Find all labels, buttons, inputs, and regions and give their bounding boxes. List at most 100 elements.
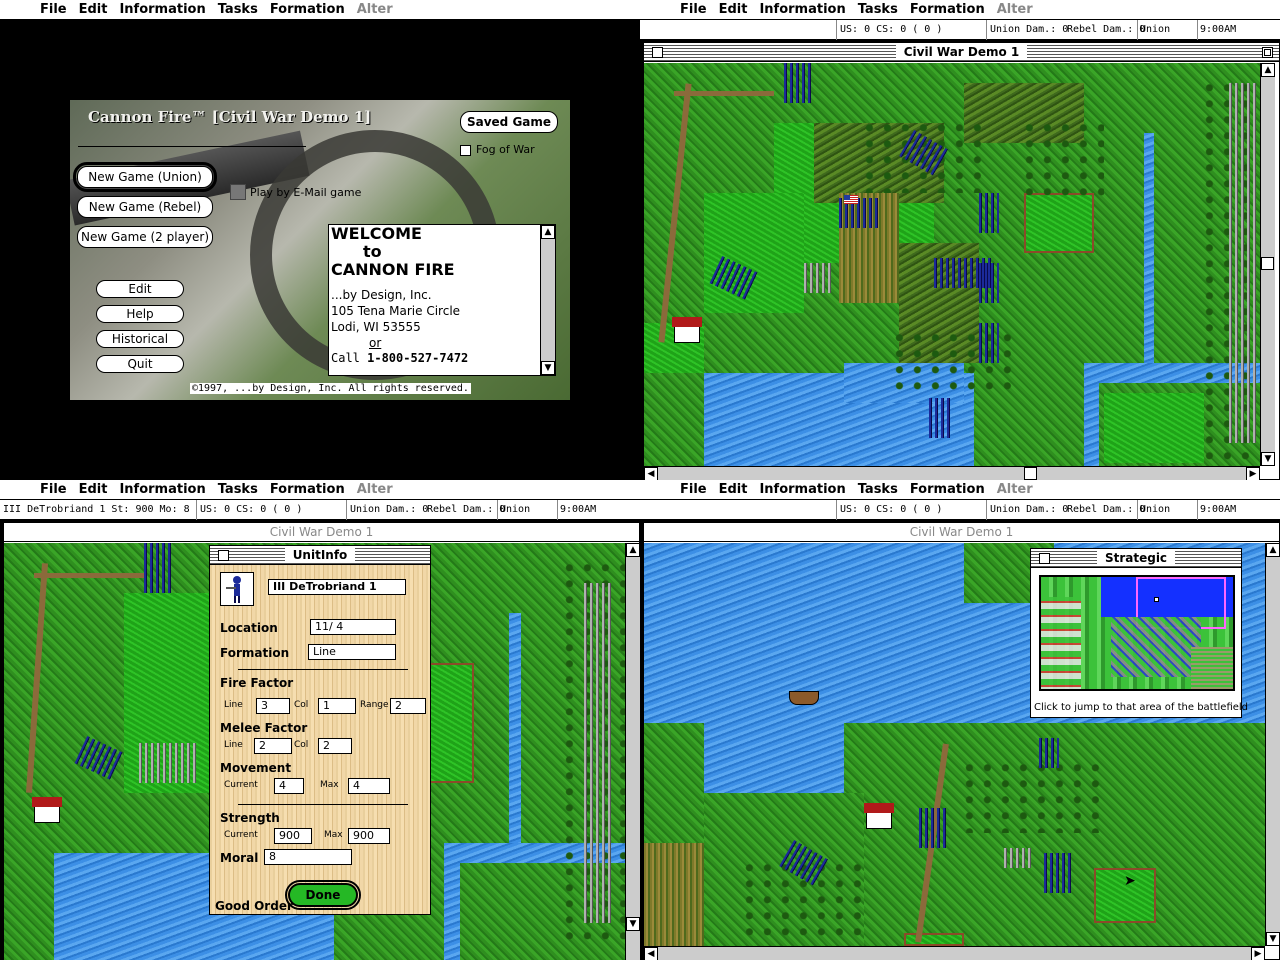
moral-field[interactable]: 8 [264, 849, 352, 865]
scroll-up-arrow-icon[interactable]: ▲ [1261, 63, 1275, 77]
phone-number: 1-800-527-7472 [367, 351, 469, 365]
menu-file[interactable]: File [680, 482, 719, 497]
menu-information[interactable]: Information [759, 2, 857, 17]
scroll-right-arrow-icon[interactable]: ▶ [1246, 467, 1260, 480]
menu-information[interactable]: Information [119, 2, 217, 17]
map-window-titlebar[interactable]: Civil War Demo 1 [4, 523, 639, 542]
fire-line-field[interactable]: 3 [256, 698, 290, 714]
strategic-minimap[interactable] [1039, 575, 1235, 691]
melee-col-field[interactable]: 2 [318, 738, 352, 754]
welcome-textbox[interactable]: WELCOME to CANNON FIRE ...by Design, Inc… [328, 224, 556, 376]
close-box-icon[interactable] [218, 550, 229, 561]
fire-range-field[interactable]: 2 [390, 698, 426, 714]
menu-tasks[interactable]: Tasks [218, 482, 270, 497]
scroll-right-arrow-icon[interactable]: ▶ [1251, 947, 1265, 960]
menu-alter: Alter [996, 2, 1033, 17]
zoom-box-icon[interactable] [1262, 47, 1273, 58]
unitinfo-window: UnitInfo III DeTrobriand 1 Location 11/ … [209, 545, 431, 915]
score-readout: US: 0 CS: 0 ( 0 ) [840, 24, 943, 35]
menu-tasks[interactable]: Tasks [218, 2, 270, 17]
menu-edit[interactable]: Edit [79, 482, 120, 497]
welcome-game-name: CANNON FIRE [331, 260, 455, 279]
scroll-thumb[interactable] [1261, 257, 1274, 270]
strategic-quadrant: File Edit Information Tasks Formation Al… [640, 480, 1280, 960]
formation-field[interactable]: Line [308, 644, 396, 660]
menu-file[interactable]: File [680, 2, 719, 17]
fire-factor-label: Fire Factor [220, 676, 294, 690]
strength-current-field[interactable]: 900 [274, 828, 312, 844]
menu-bar: File Edit Information Tasks Formation Al… [640, 0, 1280, 20]
scroll-down-arrow-icon[interactable]: ▼ [541, 361, 555, 375]
strategic-titlebar[interactable]: Strategic [1031, 549, 1241, 568]
fire-col-field[interactable]: 1 [318, 698, 356, 714]
done-button[interactable]: Done [285, 880, 361, 910]
strength-max-field[interactable]: 900 [348, 828, 390, 844]
strength-label: Strength [220, 811, 280, 825]
scroll-thumb[interactable] [1024, 467, 1037, 480]
menu-formation[interactable]: Formation [270, 2, 357, 17]
menu-formation[interactable]: Formation [270, 482, 357, 497]
map-horizontal-scrollbar[interactable]: ◀ ▶ [644, 946, 1265, 960]
map-window-titlebar[interactable]: Civil War Demo 1 [644, 523, 1279, 542]
map-vertical-scrollbar[interactable]: ▲ ▼ [1265, 543, 1280, 946]
email-game-checkbox[interactable] [230, 184, 246, 200]
map-vertical-scrollbar[interactable]: ▲ ▼ [1260, 63, 1275, 466]
unitinfo-titlebar[interactable]: UnitInfo [210, 546, 430, 565]
move-current-label: Current [224, 780, 258, 790]
game-clock: 9:00AM [1200, 504, 1237, 515]
map-vertical-scrollbar[interactable]: ▲ ▼ [625, 543, 640, 960]
location-field[interactable]: 11/ 4 [310, 619, 396, 635]
menu-tasks[interactable]: Tasks [858, 482, 910, 497]
menu-edit[interactable]: Edit [79, 2, 120, 17]
menu-file[interactable]: File [40, 2, 79, 17]
scroll-up-arrow-icon[interactable]: ▲ [1266, 543, 1280, 557]
melee-line-field[interactable]: 2 [254, 738, 292, 754]
scroll-left-arrow-icon[interactable]: ◀ [644, 467, 658, 480]
move-max-field[interactable]: 4 [348, 778, 390, 794]
menu-edit[interactable]: Edit [719, 2, 760, 17]
menu-file[interactable]: File [40, 482, 79, 497]
window-title: Civil War Demo 1 [901, 525, 1022, 539]
menu-formation[interactable]: Formation [910, 2, 997, 17]
map-horizontal-scrollbar[interactable]: ◀ ▶ [644, 466, 1260, 480]
new-game-2-player-button[interactable]: New Game (2 player) [77, 226, 213, 248]
new-game-rebel-button[interactable]: New Game (Rebel) [77, 196, 213, 218]
quit-button[interactable]: Quit [96, 355, 184, 373]
boat-icon [789, 691, 819, 705]
scroll-down-arrow-icon[interactable]: ▼ [626, 917, 640, 931]
move-current-field[interactable]: 4 [274, 778, 304, 794]
menu-bar: File Edit Information Tasks Formation Al… [0, 0, 640, 20]
menu-tasks[interactable]: Tasks [858, 2, 910, 17]
menu-alter: Alter [356, 2, 393, 17]
close-box-icon[interactable] [652, 47, 663, 58]
menu-information[interactable]: Information [759, 482, 857, 497]
melee-factor-label: Melee Factor [220, 721, 308, 735]
help-button[interactable]: Help [96, 305, 184, 323]
farmhouse-icon [32, 797, 62, 823]
move-max-label: Max [320, 780, 339, 790]
publisher-street: 105 Tena Marie Circle [331, 304, 461, 318]
fog-of-war-checkbox[interactable] [460, 145, 471, 156]
historical-button[interactable]: Historical [96, 330, 184, 348]
menu-formation[interactable]: Formation [910, 482, 997, 497]
battlefield-map[interactable] [644, 63, 1260, 466]
scroll-left-arrow-icon[interactable]: ◀ [644, 947, 658, 960]
side-indicator: Union [500, 504, 531, 515]
map-quadrant-1: File Edit Information Tasks Formation Al… [640, 0, 1280, 480]
scroll-down-arrow-icon[interactable]: ▼ [1261, 452, 1275, 466]
scroll-up-arrow-icon[interactable]: ▲ [541, 225, 555, 239]
map-window-titlebar[interactable]: Civil War Demo 1 [644, 43, 1279, 62]
scroll-down-arrow-icon[interactable]: ▼ [1266, 932, 1280, 946]
scroll-up-arrow-icon[interactable]: ▲ [626, 543, 640, 557]
unit-name-field[interactable]: III DeTrobriand 1 [268, 579, 406, 595]
menu-edit[interactable]: Edit [719, 482, 760, 497]
menu-information[interactable]: Information [119, 482, 217, 497]
saved-game-button[interactable]: Saved Game [460, 111, 558, 133]
menu-alter: Alter [996, 482, 1033, 497]
new-game-union-button[interactable]: New Game (Union) [73, 162, 217, 192]
close-box-icon[interactable] [1039, 553, 1050, 564]
menu-alter: Alter [356, 482, 393, 497]
side-indicator: Union [1140, 24, 1171, 35]
welcome-scrollbar[interactable]: ▲ ▼ [540, 225, 555, 375]
edit-button[interactable]: Edit [96, 280, 184, 298]
